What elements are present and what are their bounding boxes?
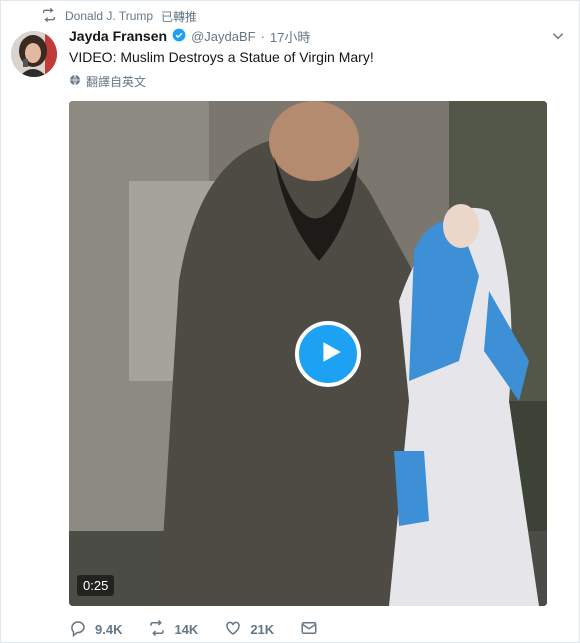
retweet-button[interactable]: 14K: [148, 619, 198, 640]
verified-badge-icon: [172, 28, 186, 45]
avatar[interactable]: [11, 31, 57, 77]
retweet-context: Donald J. Trump 已轉推: [41, 7, 197, 25]
retweet-count: 14K: [174, 621, 199, 637]
translate-link[interactable]: 翻譯自英文: [69, 73, 146, 90]
play-button[interactable]: [295, 321, 361, 387]
reply-button[interactable]: 9.4K: [69, 619, 122, 640]
globe-icon: [69, 74, 81, 89]
retweet-icon: [41, 7, 57, 26]
reply-icon: [69, 619, 87, 640]
separator: ·: [260, 28, 265, 44]
tweet-text: VIDEO: Muslim Destroys a Statue of Virgi…: [69, 49, 374, 65]
tweet-actions: 9.4K 14K 21K: [69, 619, 344, 639]
retweeter-name[interactable]: Donald J. Trump: [65, 9, 153, 23]
retweet-label: 已轉推: [161, 9, 198, 24]
author-name[interactable]: Jayda Fransen: [69, 28, 167, 44]
heart-icon: [224, 619, 242, 640]
video-player[interactable]: 0:25: [69, 101, 547, 606]
tweet-header: Jayda Fransen @JaydaBF · 17小時: [69, 27, 310, 45]
direct-message-button[interactable]: [300, 619, 318, 640]
chevron-down-icon[interactable]: [551, 29, 565, 43]
direct-message-icon: [300, 619, 318, 640]
author-handle[interactable]: @JaydaBF: [191, 29, 256, 44]
like-count: 21K: [250, 621, 275, 637]
retweet-icon: [148, 619, 166, 640]
translate-label: 翻譯自英文: [86, 75, 147, 89]
tweet-timestamp[interactable]: 17小時: [270, 27, 310, 46]
reply-count: 9.4K: [95, 621, 123, 637]
play-icon: [313, 339, 344, 370]
video-duration: 0:25: [77, 575, 115, 596]
like-button[interactable]: 21K: [224, 619, 274, 640]
